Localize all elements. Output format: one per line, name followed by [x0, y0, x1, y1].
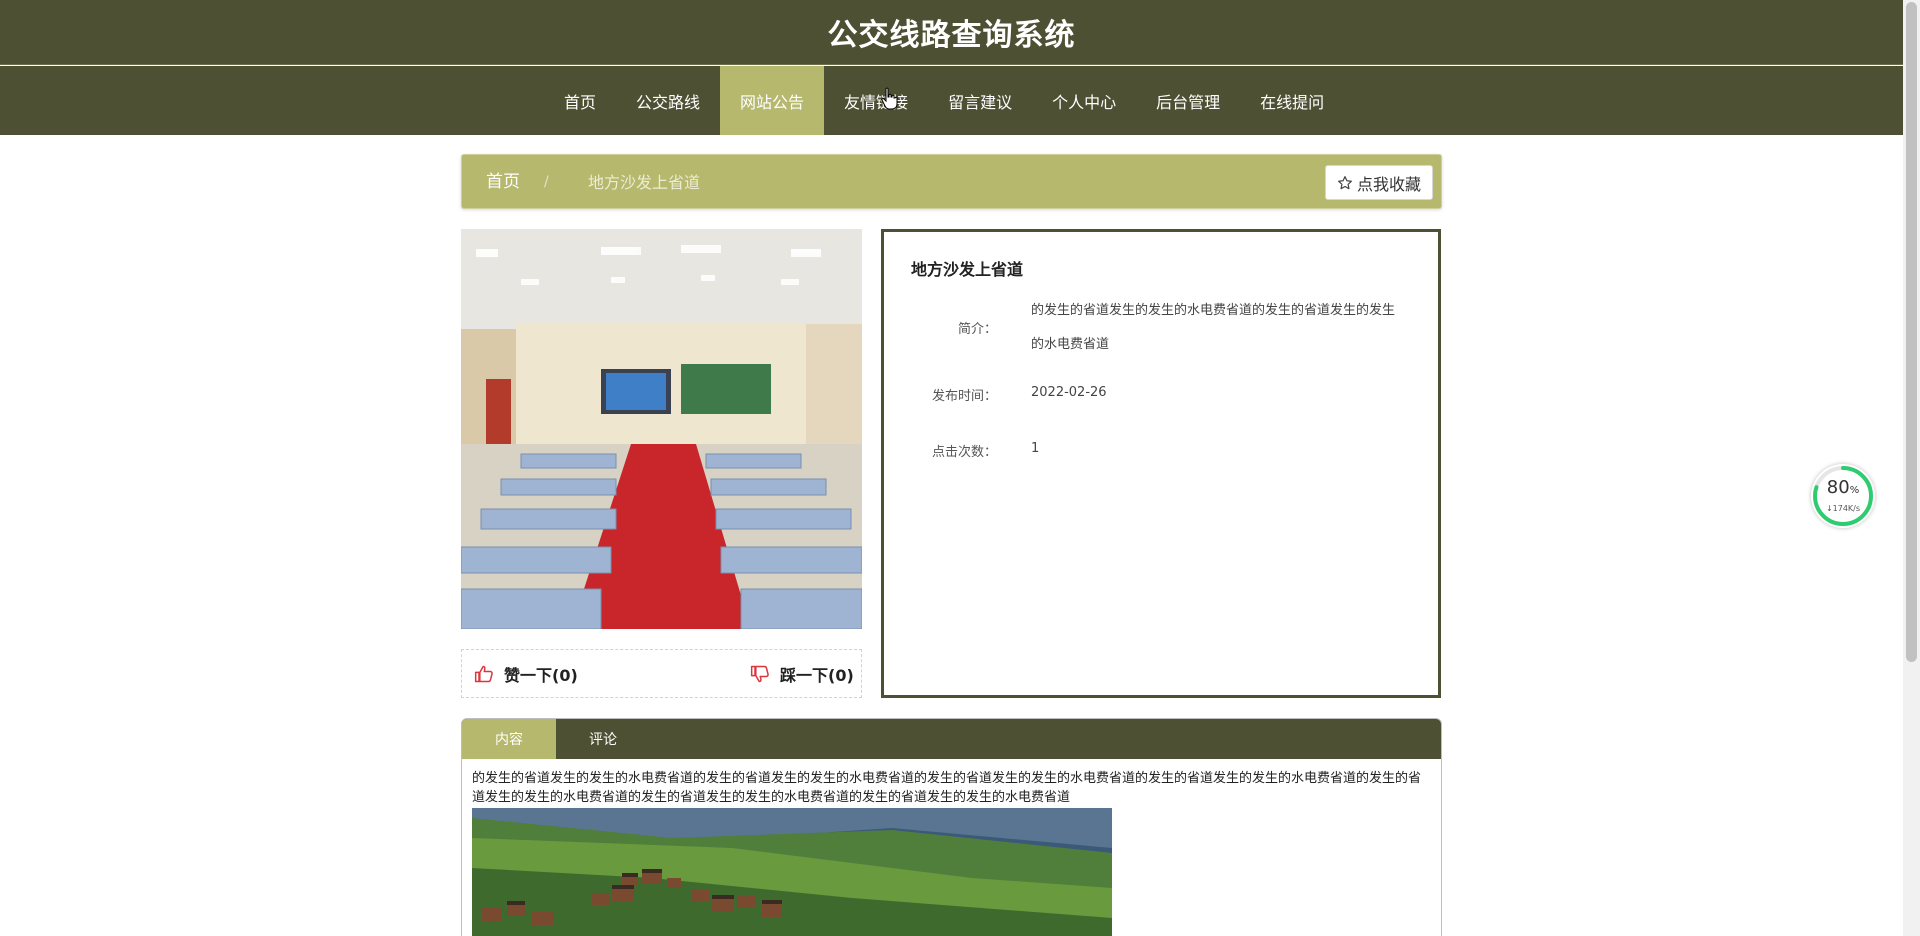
network-speed-widget[interactable]: 80% ↓174K/s — [1811, 464, 1875, 528]
hand-cursor-icon — [881, 87, 898, 110]
vote-box: 赞一下(0) 踩一下(0) — [461, 649, 862, 698]
site-title: 公交线路查询系统 — [827, 18, 1076, 53]
publish-date-value: 2022-02-26 — [1031, 385, 1107, 400]
site-header: 公交线路查询系统 — [0, 0, 1903, 65]
click-count-row: 点击次数： 1 — [884, 432, 1438, 466]
article-text: 的发生的省道发生的发生的水电费省道的发生的省道发生的发生的水电费省道的发生的省道… — [472, 771, 1422, 805]
like-label: 赞一下(0) — [504, 665, 578, 685]
click-count-value: 1 — [1031, 441, 1040, 456]
tab-comments[interactable]: 评论 — [556, 719, 650, 759]
nav-list: 首页 公交路线 网站公告 友情链接 留言建议 个人中心 后台管理 在线提问 — [544, 66, 1344, 135]
intro-label: 简介： — [957, 322, 997, 337]
intro-value: 的发生的省道发生的发生的水电费省道的发生的省道发生的发生的水电费省道 — [1031, 303, 1396, 352]
favorite-button[interactable]: 点我收藏 — [1325, 165, 1433, 200]
publish-date-row: 发布时间： 2022-02-26 — [884, 376, 1438, 410]
detail-title: 地方沙发上省道 — [911, 260, 1024, 279]
breadcrumb: 首页 / 地方沙发上省道 点我收藏 — [461, 154, 1442, 209]
nav-item-personal-center[interactable]: 个人中心 — [1032, 66, 1136, 135]
speed-rate: ↓174K/s — [1825, 504, 1861, 513]
village-landscape-photo — [472, 808, 1112, 936]
star-icon — [1338, 175, 1352, 189]
nav-item-home[interactable]: 首页 — [544, 66, 616, 135]
nav-item-announcements[interactable]: 网站公告 — [720, 66, 825, 135]
like-button[interactable]: 赞一下(0) — [474, 650, 578, 697]
dislike-label: 踩一下(0) — [780, 665, 854, 685]
scrollbar-thumb[interactable] — [1906, 2, 1917, 662]
dislike-button[interactable]: 踩一下(0) — [750, 650, 854, 697]
nav-item-admin[interactable]: 后台管理 — [1136, 66, 1240, 135]
favorite-button-label: 点我收藏 — [1356, 176, 1421, 194]
tab-content[interactable]: 内容 — [462, 719, 556, 759]
breadcrumb-separator: / — [544, 174, 549, 190]
page: 公交线路查询系统 首页 公交路线 网站公告 友情链接 留言建议 个人中心 后台管… — [0, 0, 1920, 936]
nav-item-feedback[interactable]: 留言建议 — [928, 66, 1032, 135]
content-tab-panel: 内容 评论 的发生的省道发生的发生的水电费省道的发生的省道发生的发生的水电费省道… — [461, 718, 1442, 936]
nav-item-bus-routes[interactable]: 公交路线 — [616, 66, 720, 135]
click-count-label: 点击次数： — [931, 445, 997, 460]
publish-date-label: 发布时间： — [931, 389, 997, 404]
breadcrumb-home-link[interactable]: 首页 — [486, 155, 520, 210]
breadcrumb-current: 地方沙发上省道 — [588, 173, 701, 192]
speed-percent: 80% — [1826, 477, 1860, 498]
page-scrollbar[interactable] — [1903, 0, 1920, 936]
detail-info-box: 地方沙发上省道 简介： 的发生的省道发生的发生的水电费省道的发生的省道发生的发生… — [881, 229, 1441, 698]
thumbs-up-icon — [474, 665, 493, 682]
main-nav: 首页 公交路线 网站公告 友情链接 留言建议 个人中心 后台管理 在线提问 — [0, 66, 1903, 135]
classroom-photo — [461, 229, 862, 629]
thumbs-down-icon — [750, 665, 769, 682]
nav-item-online-questions[interactable]: 在线提问 — [1240, 66, 1344, 135]
nav-item-friend-links[interactable]: 友情链接 — [824, 66, 928, 135]
tab-bar: 内容 评论 — [462, 719, 1441, 759]
intro-row: 简介： 的发生的省道发生的发生的水电费省道的发生的省道发生的发生的水电费省道 — [884, 294, 1438, 362]
